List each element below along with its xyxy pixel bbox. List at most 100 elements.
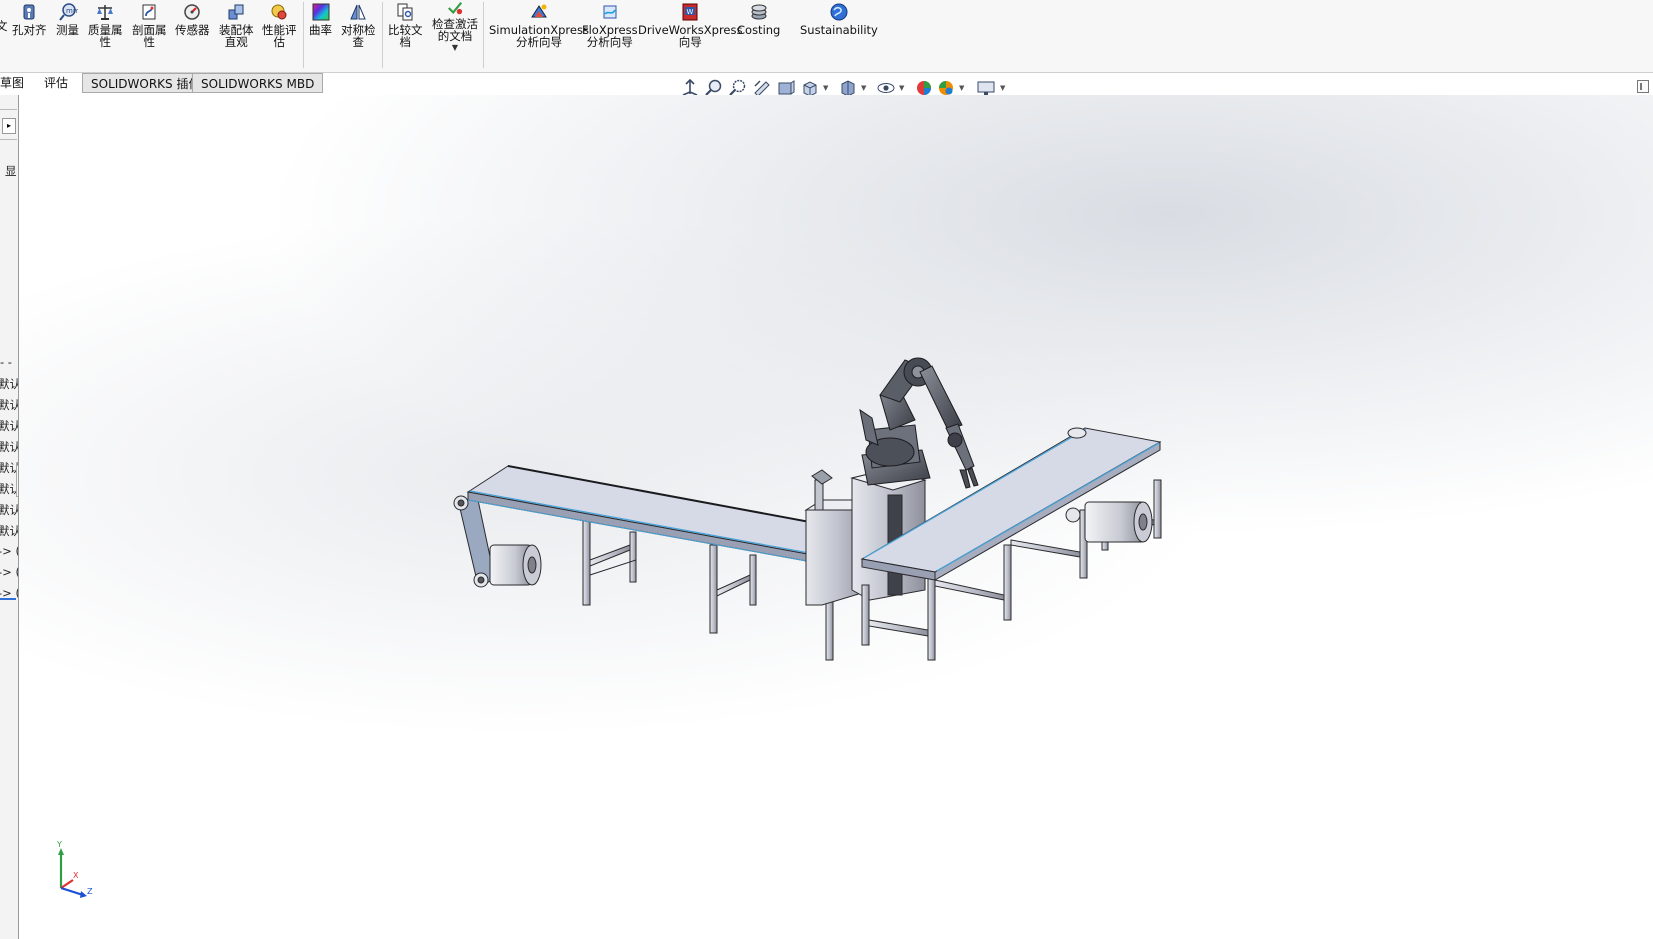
button-label: 比较文 档 (388, 23, 423, 49)
leg (749, 554, 757, 606)
industrial-robot-arm (859, 357, 979, 489)
measure-button[interactable]: mm 测量 (56, 2, 79, 36)
button-label: 质量属 性 (88, 23, 123, 49)
button-label: Sustainability (800, 23, 878, 37)
display-label: 显 (5, 164, 17, 178)
panel-divider (0, 139, 17, 140)
button-label: 性能评 估 (262, 23, 297, 49)
costing-icon (751, 4, 767, 20)
section-properties-icon (142, 4, 156, 20)
graphics-area[interactable]: Y X Z (19, 95, 1653, 939)
floxpress-button[interactable]: FloXpress 分析向导 (582, 2, 638, 48)
compare-documents-icon (397, 3, 413, 21)
feature-tree-item[interactable]: -> ( (0, 565, 18, 579)
triad-z-axis (60, 886, 84, 897)
sustainability-icon (830, 3, 848, 21)
curvature-button[interactable]: 曲率 (309, 2, 332, 36)
sensor-button[interactable]: 传感器 (175, 2, 210, 36)
check-active-document-button[interactable]: 检查激活 的文档 ▼ (432, 0, 478, 52)
tab-sketch[interactable]: 草图 (0, 73, 32, 93)
rollback-bar[interactable] (0, 598, 16, 600)
chevron-down-icon[interactable]: ▼ (899, 84, 904, 92)
costing-button[interactable]: Costing (737, 2, 780, 36)
reference-triad: Y X Z (56, 840, 93, 898)
tab-solidworks-mbd[interactable]: SOLIDWORKS MBD (192, 73, 324, 93)
leg (1153, 479, 1162, 539)
driveworksxpress-icon: W (682, 3, 698, 21)
leg (927, 577, 936, 661)
clipped-label: 文 (0, 19, 8, 33)
expand-arrow-icon[interactable]: ▸ (2, 118, 16, 134)
crossbar (589, 544, 631, 567)
check-active-document-icon (448, 1, 463, 15)
chevron-down-icon[interactable]: ▼ (1000, 84, 1005, 92)
hole-alignment-button[interactable]: 孔对齐 (12, 2, 47, 36)
crossbar (868, 619, 929, 637)
tab-solidworks-addins[interactable]: SOLIDWORKS 插件 (82, 73, 210, 93)
feature-tree-item[interactable]: 默认 (0, 523, 18, 539)
crossbar (716, 574, 751, 597)
driveworksxpress-button[interactable]: W DriveWorksXpress 向导 (638, 2, 742, 48)
triad-x-axis (60, 879, 74, 889)
tab-evaluate[interactable]: 评估 (36, 73, 76, 93)
leg (582, 519, 591, 606)
chevron-down-icon[interactable]: ▼ (861, 84, 866, 92)
simulationxpress-button[interactable]: SimulationXpress 分析向导 (489, 2, 589, 48)
conveyor-robot-assembly-model[interactable] (19, 95, 1653, 939)
button-label: 检查激活 的文档 (432, 17, 478, 43)
symmetry-check-icon (350, 4, 367, 20)
performance-evaluation-button[interactable]: 性能评 估 (262, 2, 297, 48)
simulationxpress-icon (531, 4, 547, 18)
button-label: 剖面属 性 (132, 23, 167, 49)
panel-divider (0, 109, 17, 110)
assembly-visualization-button[interactable]: 装配体 直观 (219, 2, 254, 48)
floxpress-icon (603, 5, 617, 19)
svg-text:mm: mm (66, 7, 78, 15)
assembly-visualization-icon (228, 4, 244, 20)
compare-documents-button[interactable]: 比较文 档 (388, 2, 423, 48)
mass-properties-icon (97, 5, 114, 20)
dropdown-arrow-icon[interactable]: ▼ (452, 44, 458, 52)
button-label: 传感器 (175, 23, 210, 37)
measure-icon: mm (58, 3, 78, 21)
leg (861, 584, 870, 646)
button-label: 装配体 直观 (219, 23, 254, 49)
feature-manager-panel: ▸ 显 - -默认默认默认默认默认默认默认默认-> (-> (-> ( (0, 95, 19, 939)
ribbon-separator (382, 2, 383, 68)
sustainability-button[interactable]: Sustainability (800, 2, 878, 36)
crossbar (934, 579, 1005, 601)
chevron-down-icon[interactable]: ▼ (959, 84, 964, 92)
feature-tree-item[interactable]: 默认 (0, 502, 18, 518)
feature-tree-item[interactable]: 默认 (0, 397, 18, 413)
clipped-button-label[interactable]: 文 (0, 20, 8, 32)
triad-z-label: Z (87, 887, 93, 896)
button-label: 对称检 查 (341, 23, 376, 49)
feature-tree-item[interactable]: -> ( (0, 544, 18, 558)
svg-text:W: W (687, 8, 694, 16)
button-label: 曲率 (309, 23, 332, 37)
feature-tree-item[interactable]: - - (0, 355, 12, 369)
mass-properties-button[interactable]: 质量属 性 (88, 2, 123, 48)
button-label: FloXpress 分析向导 (582, 23, 638, 49)
leg (709, 544, 718, 634)
triad-x-label: X (73, 871, 79, 880)
button-label: SimulationXpress 分析向导 (489, 23, 589, 49)
feature-tree-item[interactable]: 默认 (0, 418, 18, 434)
feature-tree-item[interactable]: 默认 (0, 439, 18, 455)
right-drive-roller (1065, 501, 1153, 543)
feature-tree-item[interactable]: 默认 (0, 376, 18, 392)
task-pane-toggle-button[interactable] (1637, 80, 1649, 93)
button-label: 孔对齐 (12, 23, 47, 37)
crossbar (1010, 539, 1081, 558)
ribbon-separator (483, 2, 484, 68)
command-manager-tabs: 草图 评估 SOLIDWORKS 插件 SOLIDWORKS MBD (0, 73, 330, 95)
hole-align-icon (23, 4, 35, 20)
performance-evaluation-icon (271, 4, 287, 20)
button-label: Costing (737, 23, 781, 37)
leg (1003, 544, 1012, 621)
section-properties-button[interactable]: 剖面属 性 (132, 2, 167, 48)
symmetry-check-button[interactable]: 对称检 查 (341, 2, 376, 48)
leg (629, 531, 637, 583)
triad-y-label: Y (56, 840, 62, 849)
chevron-down-icon[interactable]: ▼ (823, 84, 828, 92)
